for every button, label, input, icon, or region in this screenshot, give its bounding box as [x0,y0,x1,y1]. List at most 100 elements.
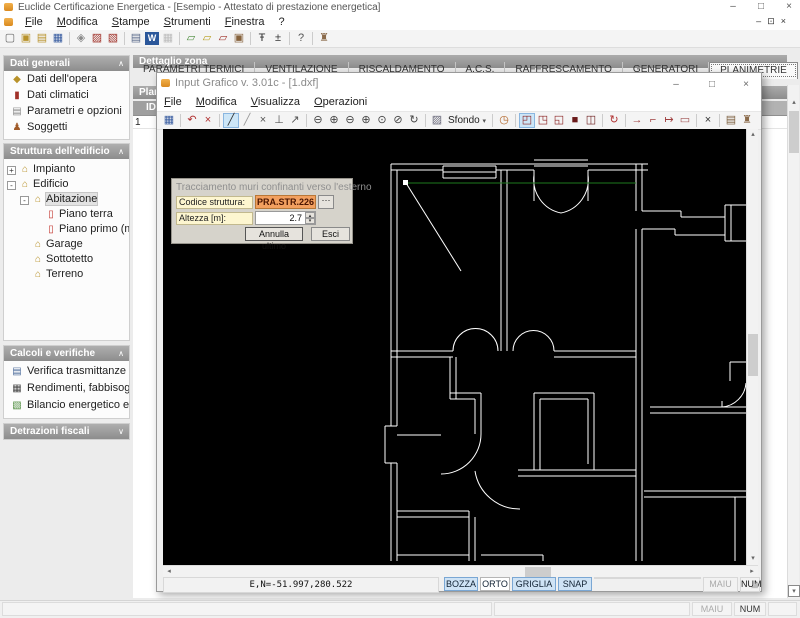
collapse-icon[interactable]: ∧ [118,56,124,71]
status-toggle[interactable]: ORTO [480,577,510,591]
segment-corner-icon[interactable]: ⌐ [645,113,661,128]
tree-node[interactable]: + ⌂ Impianto [4,162,129,177]
scrollbar-thumb[interactable] [525,567,551,577]
compass-icon[interactable]: ◷ [496,113,512,128]
zoom-window-icon[interactable]: ⊙ [374,113,390,128]
file-yellow-icon[interactable]: ▱ [199,31,215,46]
stamp-icon[interactable]: ▧ [105,31,121,46]
menu-item[interactable]: Modifica [50,15,105,30]
excel-export-icon[interactable]: ▦ [160,31,176,46]
collapse-icon[interactable]: ∨ [118,424,124,439]
opera-icon[interactable]: ◆ Dati dell'opera [4,71,129,87]
menu-item[interactable]: File [18,15,50,30]
section-header[interactable]: Calcoli e verifiche ∧ [4,346,129,361]
cad-menu-item[interactable]: Operazioni [307,93,374,111]
file-green-icon[interactable]: ▱ [183,31,199,46]
draw-line-icon[interactable]: ╱ [239,113,255,128]
tree-node[interactable]: ▯ Piano primo (mansarda) [4,222,129,237]
cad-menu-item[interactable]: Modifica [189,93,244,111]
manual-icon[interactable]: ▤ [723,113,739,128]
help-icon[interactable]: ? [293,31,309,46]
close-button[interactable]: × [780,0,798,15]
direction-icon[interactable]: ↗ [287,113,303,128]
mdi-minimize-button[interactable]: – [756,16,767,26]
section-header[interactable]: Detrazioni fiscali ∨ [4,424,129,439]
scrollbar-thumb[interactable] [789,111,799,153]
wall-end-icon[interactable]: ◱ [551,113,567,128]
collapse-icon[interactable]: ∧ [118,144,124,159]
cad-close-button[interactable]: × [737,75,755,95]
exit-icon[interactable]: ♜ [316,31,332,46]
open-project-icon[interactable]: ▣ [18,31,34,46]
hatch-icon[interactable]: ▨ [429,113,445,128]
tree-expander[interactable]: - [20,196,29,205]
section-header[interactable]: Dati generali ∧ [4,56,129,71]
export-icon[interactable]: ± [270,31,286,46]
save-icon[interactable]: ▦ [50,31,66,46]
word-export-icon[interactable]: W [145,32,159,45]
browse-button[interactable]: ··· [318,195,334,209]
archive-icon[interactable]: ▣ [231,31,247,46]
scrollbar-thumb[interactable] [748,334,758,376]
canvas-horizontal-scrollbar[interactable]: ◂ ▸ [163,565,758,577]
scroll-down-icon[interactable]: ▾ [747,553,759,565]
status-toggle[interactable]: GRIGLIA [512,577,556,591]
wall-window-icon[interactable]: ◫ [583,113,599,128]
climate-icon[interactable]: ▮ Dati climatici [4,87,129,103]
print-icon[interactable]: ▤ [128,31,144,46]
tree-node[interactable]: ⌂ Garage [4,237,129,252]
wall-corner-icon[interactable]: ◰ [519,113,535,128]
tree-node[interactable]: - ⌂ Edificio [4,177,129,192]
resize-grip[interactable]: ◢ [751,579,758,590]
tree-expander[interactable]: - [7,181,16,190]
wall-mid-icon[interactable]: ◳ [535,113,551,128]
sheet-icon[interactable]: ▭ [677,113,693,128]
spinner-down-button[interactable]: ▾ [305,218,315,224]
maximize-button[interactable]: □ [752,0,770,15]
minimize-button[interactable]: – [724,0,742,15]
codice-struttura-field[interactable]: PRA.STR.226 [255,195,316,209]
mdi-restore-button[interactable]: ⊡ [767,16,781,26]
perpendicular-icon[interactable]: ⊥ [271,113,287,128]
collapse-icon[interactable]: ∧ [118,346,124,361]
save-dxf-icon[interactable]: ▦ [161,113,177,128]
status-toggle[interactable]: SNAP [558,577,592,591]
section-header[interactable]: Struttura dell'edificio ∧ [4,144,129,159]
subjects-icon[interactable]: ♟ Soggetti [4,119,129,135]
options-icon[interactable]: ▤ Parametri e opzioni [4,103,129,119]
cad-menu-item[interactable]: Visualizza [244,93,307,111]
file-red-icon[interactable]: ▱ [215,31,231,46]
scroll-up-icon[interactable]: ▴ [788,97,800,109]
verify-icon[interactable]: ▤ Verifica trasmittanze limite [4,363,129,380]
balance-icon[interactable]: ▧ Bilancio energetico e consumi [4,397,129,414]
close-tool-icon[interactable]: × [700,113,716,128]
cad-minimize-button[interactable]: – [667,75,685,95]
open-folder-icon[interactable]: ▤ [34,31,50,46]
zoom-in-icon[interactable]: ⊕ [326,113,342,128]
tree-node[interactable]: ▯ Piano terra [4,207,129,222]
undo-icon[interactable]: ↶ [184,113,200,128]
sfondo-dropdown[interactable]: Sfondo ▾ [445,113,489,129]
calc-icon[interactable]: ▦ Rendimenti, fabbisogni ed EP [4,380,129,397]
menu-item[interactable]: Finestra [218,15,272,30]
status-toggle[interactable]: BOZZA [444,577,478,591]
scroll-up-icon[interactable]: ▴ [747,129,759,141]
scroll-drop-button[interactable]: ▾ [788,585,800,597]
refresh-data-icon[interactable]: ◈ [73,31,89,46]
canvas-vertical-scrollbar[interactable]: ▴ ▾ [746,129,758,565]
pan-icon[interactable]: ↻ [406,113,422,128]
tree-node[interactable]: ⌂ Sottotetto [4,252,129,267]
segment-right-icon[interactable]: → [629,113,645,128]
zoom-prev-icon[interactable]: ⊖ [342,113,358,128]
menu-item[interactable]: Stampe [105,15,157,30]
check-document-icon[interactable]: ▨ [89,31,105,46]
zoom-extents-icon[interactable]: ⊕ [358,113,374,128]
redraw-icon[interactable]: ↻ [606,113,622,128]
zoom-dynamic-icon[interactable]: ⊘ [390,113,406,128]
intersect-icon[interactable]: × [255,113,271,128]
annulla-ultimo-button[interactable]: Annulla ultimo [245,227,303,251]
cad-menu-item[interactable]: File [157,93,189,111]
cad-maximize-button[interactable]: □ [703,75,721,95]
mdi-close-button[interactable]: × [781,16,792,26]
new-icon[interactable]: ▢ [2,31,18,46]
